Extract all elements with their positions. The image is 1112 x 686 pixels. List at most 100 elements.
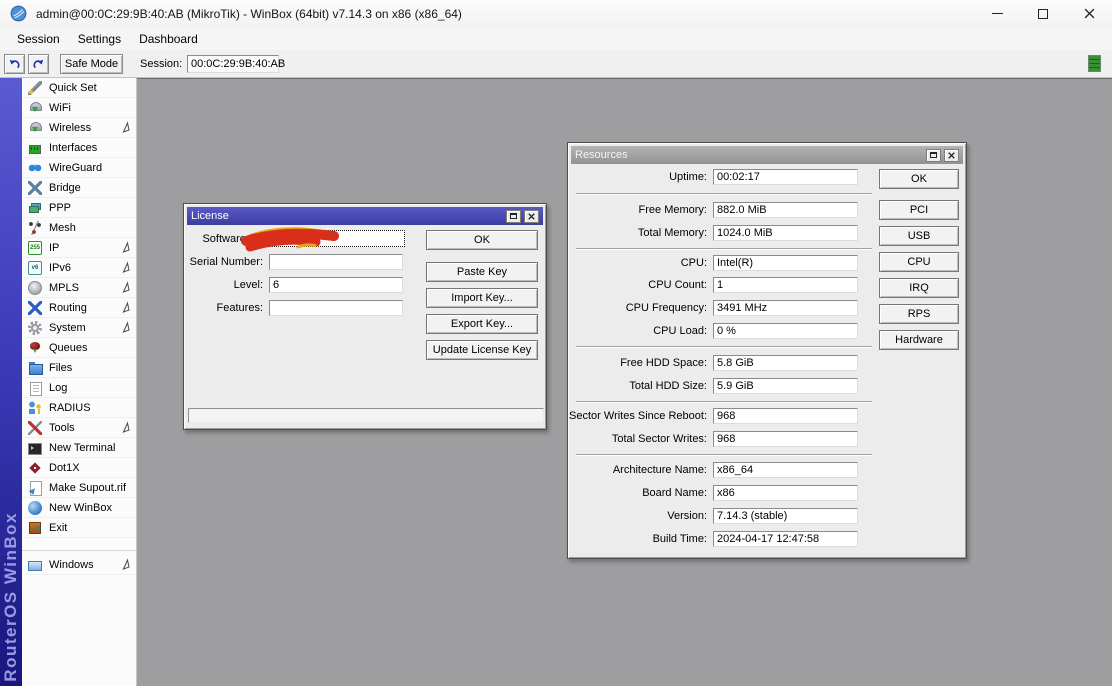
version-label: Version: xyxy=(568,510,713,522)
rps-button[interactable]: RPS xyxy=(879,304,959,324)
submenu-arrow-icon xyxy=(121,421,131,434)
sidebar-item-ipv6[interactable]: v6 IPv6 xyxy=(22,258,136,278)
irq-button[interactable]: IRQ xyxy=(879,278,959,298)
free-memory-label: Free Memory: xyxy=(568,204,713,216)
window-titlebar[interactable]: admin@00:0C:29:9B:40:AB (MikroTik) - Win… xyxy=(0,0,1112,27)
sidebar: Quick Set WiFi Wireless xyxy=(22,78,137,686)
sidebar-item-new-winbox[interactable]: New WinBox xyxy=(22,498,136,518)
version-field[interactable]: 7.14.3 (stable) xyxy=(713,508,858,524)
usb-button[interactable]: USB xyxy=(879,226,959,246)
serial-number-field[interactable] xyxy=(269,254,403,270)
sidebar-item-exit[interactable]: Exit xyxy=(22,518,136,538)
hardware-button[interactable]: Hardware xyxy=(879,330,959,350)
minimize-button[interactable] xyxy=(974,0,1020,27)
sidebar-item-mesh[interactable]: Mesh xyxy=(22,218,136,238)
redo-icon xyxy=(32,58,45,71)
brand-text: RouterOS WinBox xyxy=(1,512,21,682)
uptime-label: Uptime: xyxy=(568,171,713,183)
sidebar-item-ip[interactable]: 255 IP xyxy=(22,238,136,258)
cpu-frequency-label: CPU Frequency: xyxy=(568,302,713,314)
ok-button[interactable]: OK xyxy=(426,230,538,250)
sidebar-item-windows[interactable]: Windows xyxy=(22,555,136,575)
cpu-field[interactable]: Intel(R) xyxy=(713,255,858,271)
sidebar-item-queues[interactable]: Queues xyxy=(22,338,136,358)
dialog-close-button[interactable] xyxy=(944,149,959,162)
sidebar-item-files[interactable]: Files xyxy=(22,358,136,378)
level-field[interactable]: 6 xyxy=(269,277,403,293)
connection-health-indicator xyxy=(1088,55,1101,72)
submenu-arrow-icon xyxy=(121,241,131,254)
sidebar-item-dot1x[interactable]: Dot1X xyxy=(22,458,136,478)
paste-key-button[interactable]: Paste Key xyxy=(426,262,538,282)
sidebar-item-radius[interactable]: RADIUS xyxy=(22,398,136,418)
dialog-maximize-button[interactable] xyxy=(926,149,941,162)
undo-button[interactable] xyxy=(4,54,25,74)
sidebar-separator xyxy=(22,538,136,551)
sidebar-item-tools[interactable]: Tools xyxy=(22,418,136,438)
sidebar-item-routing[interactable]: Routing xyxy=(22,298,136,318)
free-hdd-space-label: Free HDD Space: xyxy=(568,357,713,369)
pci-button[interactable]: PCI xyxy=(879,200,959,220)
total-memory-field[interactable]: 1024.0 MiB xyxy=(713,225,858,241)
update-license-key-button[interactable]: Update License Key xyxy=(426,340,538,360)
software-id-field[interactable] xyxy=(269,230,405,247)
menu-session[interactable]: Session xyxy=(8,29,69,49)
license-dialog-titlebar[interactable]: License xyxy=(187,207,543,225)
dialog-close-button[interactable] xyxy=(524,210,539,223)
export-key-button[interactable]: Export Key... xyxy=(426,314,538,334)
build-time-field[interactable]: 2024-04-17 12:47:58 xyxy=(713,531,858,547)
cpu-load-field[interactable]: 0 % xyxy=(713,323,858,339)
session-label: Session: xyxy=(140,58,182,70)
sidebar-item-wireless[interactable]: Wireless xyxy=(22,118,136,138)
close-button[interactable] xyxy=(1066,0,1112,27)
maximize-button[interactable] xyxy=(1020,0,1066,27)
mesh-icon xyxy=(28,221,42,235)
close-icon xyxy=(1084,8,1095,19)
sidebar-item-mpls[interactable]: MPLS xyxy=(22,278,136,298)
maximize-icon xyxy=(1038,9,1048,19)
session-field[interactable]: 00:0C:29:9B:40:AB xyxy=(187,55,279,73)
sidebar-item-wireguard[interactable]: WireGuard xyxy=(22,158,136,178)
total-sector-writes-label: Total Sector Writes: xyxy=(568,433,713,445)
queues-icon xyxy=(28,341,42,355)
ok-button[interactable]: OK xyxy=(879,169,959,189)
resources-dialog-title: Resources xyxy=(575,149,628,161)
redo-button[interactable] xyxy=(28,54,49,74)
resources-dialog: Resources Uptime:00:02:17 Free Memory:88… xyxy=(567,142,967,559)
uptime-field[interactable]: 00:02:17 xyxy=(713,169,858,185)
sidebar-item-make-supout-rif[interactable]: Make Supout.rif xyxy=(22,478,136,498)
separator xyxy=(576,401,872,403)
sidebar-item-interfaces[interactable]: Interfaces xyxy=(22,138,136,158)
menu-dashboard[interactable]: Dashboard xyxy=(130,29,207,49)
board-name-field[interactable]: x86 xyxy=(713,485,858,501)
sector-writes-since-reboot-field[interactable]: 968 xyxy=(713,408,858,424)
safe-mode-button[interactable]: Safe Mode xyxy=(60,54,123,74)
menu-settings[interactable]: Settings xyxy=(69,29,130,49)
sidebar-item-log[interactable]: Log xyxy=(22,378,136,398)
features-field[interactable] xyxy=(269,300,403,316)
sidebar-item-new-terminal[interactable]: New Terminal xyxy=(22,438,136,458)
total-hdd-size-field[interactable]: 5.9 GiB xyxy=(713,378,858,394)
windows-icon xyxy=(28,558,42,572)
board-name-label: Board Name: xyxy=(568,487,713,499)
submenu-arrow-icon xyxy=(121,321,131,334)
total-sector-writes-field[interactable]: 968 xyxy=(713,431,858,447)
sidebar-item-ppp[interactable]: PPP xyxy=(22,198,136,218)
sector-writes-since-reboot-label: Sector Writes Since Reboot: xyxy=(568,410,713,422)
sidebar-item-wifi[interactable]: WiFi xyxy=(22,98,136,118)
cpu-frequency-field[interactable]: 3491 MHz xyxy=(713,300,858,316)
ipv6-icon: v6 xyxy=(28,261,42,275)
sidebar-item-quick-set[interactable]: Quick Set xyxy=(22,78,136,98)
resources-dialog-titlebar[interactable]: Resources xyxy=(571,146,963,164)
cpu-count-field[interactable]: 1 xyxy=(713,277,858,293)
free-hdd-space-field[interactable]: 5.8 GiB xyxy=(713,355,858,371)
free-memory-field[interactable]: 882.0 MiB xyxy=(713,202,858,218)
import-key-button[interactable]: Import Key... xyxy=(426,288,538,308)
sidebar-item-bridge[interactable]: Bridge xyxy=(22,178,136,198)
sidebar-item-system[interactable]: System xyxy=(22,318,136,338)
terminal-icon xyxy=(28,441,42,455)
system-icon xyxy=(28,321,42,335)
dialog-maximize-button[interactable] xyxy=(506,210,521,223)
architecture-name-field[interactable]: x86_64 xyxy=(713,462,858,478)
cpu-button[interactable]: CPU xyxy=(879,252,959,272)
